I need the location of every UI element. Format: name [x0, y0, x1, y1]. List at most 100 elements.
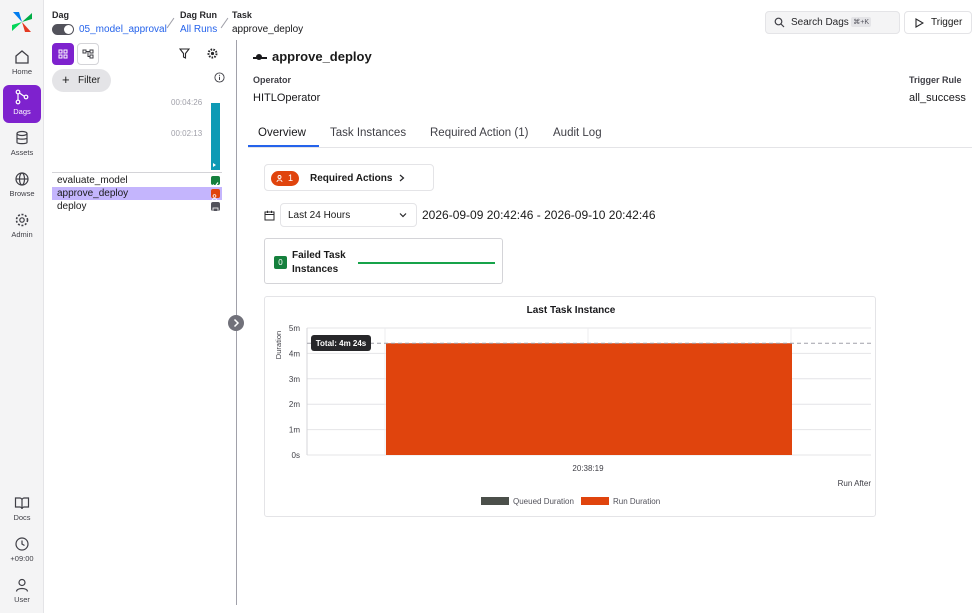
add-filter-button[interactable]: + Filter	[52, 69, 111, 92]
filter-label: Filter	[78, 75, 101, 86]
nav-browse[interactable]: Browse	[3, 167, 41, 205]
breadcrumb-dag-label: Dag	[52, 10, 70, 20]
x-tick-label: 20:38:19	[572, 464, 604, 473]
filter-funnel-icon[interactable]	[179, 48, 190, 59]
tooltip-text: Total: 4m 24s	[316, 339, 367, 348]
trigger-label: Trigger	[931, 17, 963, 28]
trigger-rule-value: all_success	[909, 92, 966, 104]
search-shortcut: ⌘+K	[851, 17, 871, 27]
y-tick-label: 0s	[292, 451, 300, 460]
tab-overview[interactable]: Overview	[258, 127, 306, 139]
nav-assets[interactable]: Assets	[3, 126, 41, 164]
panel-divider	[52, 172, 222, 173]
page-title: approve_deploy	[272, 49, 372, 64]
y-tick-label: 2m	[289, 400, 300, 409]
task-row-evaluate-model[interactable]: evaluate_model	[52, 174, 222, 187]
operator-label: Operator	[253, 75, 292, 85]
nav-browse-label: Browse	[9, 189, 35, 198]
legend-label-run: Run Duration	[613, 497, 660, 506]
breadcrumb-separator	[220, 17, 229, 29]
duration-axis-top: 00:04:26	[171, 98, 203, 107]
nav-home[interactable]: Home	[3, 45, 41, 83]
trigger-button[interactable]: Trigger	[904, 11, 972, 34]
task-status-success-icon[interactable]	[211, 176, 220, 188]
nav-user-label: User	[14, 595, 30, 604]
tab-bar: Overview Task Instances Required Action …	[248, 123, 972, 148]
required-actions-count: 1	[288, 173, 294, 183]
nav-dags[interactable]: Dags	[3, 85, 41, 123]
tab-audit-log[interactable]: Audit Log	[553, 127, 602, 139]
duration-axis-mid: 00:02:13	[171, 129, 203, 138]
trigger-rule-label: Trigger Rule	[909, 75, 962, 85]
nav-admin[interactable]: Admin	[3, 208, 41, 246]
search-label: Search Dags	[791, 17, 849, 28]
y-tick-label: 3m	[289, 375, 300, 384]
y-axis-label: Duration	[274, 331, 283, 359]
task-icon	[253, 54, 267, 60]
settings-gear-icon[interactable]	[207, 48, 218, 59]
user-action-icon	[276, 175, 283, 183]
time-range-select[interactable]: Last 24 Hours	[280, 203, 417, 227]
dags-icon	[15, 89, 29, 105]
airflow-logo-icon[interactable]	[10, 10, 34, 34]
breadcrumb-run-label: Dag Run	[180, 10, 217, 20]
nav-docs[interactable]: Docs	[3, 491, 41, 529]
y-tick-label: 1m	[289, 426, 300, 435]
chevron-right-icon	[399, 174, 405, 182]
breadcrumb-run-link[interactable]: All Runs	[180, 24, 217, 35]
legend-swatch-run	[581, 497, 609, 505]
globe-icon	[15, 172, 29, 186]
chevron-right-icon	[233, 318, 240, 328]
legend-label-queued: Queued Duration	[513, 497, 574, 506]
home-icon	[15, 50, 29, 64]
nav-user[interactable]: User	[3, 573, 41, 611]
task-row-deploy[interactable]: deploy	[52, 200, 222, 213]
run-type-marker	[213, 163, 216, 167]
task-row-approve-deploy[interactable]: approve_deploy	[52, 187, 222, 200]
task-name: approve_deploy	[57, 188, 129, 199]
legend-swatch-queued	[481, 497, 509, 505]
graph-view-button[interactable]	[77, 43, 99, 65]
time-range-text: 2026-09-09 20:42:46 - 2026-09-10 20:42:4…	[422, 208, 656, 222]
info-icon[interactable]	[214, 72, 225, 83]
chart-title: Last Task Instance	[527, 305, 616, 316]
required-actions-badge: 1	[271, 171, 299, 186]
breadcrumb-task-label: Task	[232, 10, 252, 20]
tab-task-instances[interactable]: Task Instances	[330, 127, 406, 139]
task-status-awaiting-icon[interactable]	[211, 189, 220, 201]
database-icon	[16, 130, 28, 145]
failed-card-label: Failed Task Instances	[292, 250, 346, 275]
graph-icon	[82, 49, 94, 59]
calendar-icon	[264, 210, 275, 221]
dag-run-bar[interactable]	[211, 103, 220, 170]
clock-icon	[15, 537, 29, 551]
collapse-panel-button[interactable]	[228, 315, 244, 331]
grid-icon	[58, 49, 68, 59]
task-name: evaluate_model	[57, 175, 128, 186]
search-dags-button[interactable]: Search Dags ⌘+K	[765, 11, 900, 34]
breadcrumb-task-value: approve_deploy	[232, 24, 304, 35]
app-root: Home Dags Assets Browse Admin Docs +09:0…	[0, 0, 980, 613]
failed-task-instances-card[interactable]: 0 Failed Task Instances	[264, 238, 503, 284]
task-status-none-icon[interactable]	[211, 202, 220, 214]
grid-view-button[interactable]	[52, 43, 74, 65]
nav-timezone[interactable]: +09:00	[3, 532, 41, 570]
chart-svg: Last Task Instance 0s 1m 2m 3m 4m 5m Duration To…	[274, 305, 872, 506]
breadcrumb-separator	[166, 17, 175, 29]
required-actions-button[interactable]: 1 Required Actions	[264, 164, 434, 191]
nav-timezone-label: +09:00	[10, 554, 34, 563]
required-actions-label: Required Actions	[310, 173, 393, 184]
task-name: deploy	[57, 201, 87, 212]
x-axis-label: Run After	[838, 479, 872, 488]
nav-assets-label: Assets	[10, 148, 34, 157]
active-tab-indicator	[248, 145, 319, 147]
play-icon	[915, 18, 924, 28]
nav-docs-label: Docs	[13, 513, 31, 522]
plus-icon: +	[62, 72, 70, 87]
y-tick-label: 5m	[289, 324, 300, 333]
dag-pause-toggle[interactable]	[52, 24, 74, 35]
nav-admin-label: Admin	[11, 230, 33, 239]
search-icon	[774, 17, 785, 28]
breadcrumb-dag-link[interactable]: 05_model_approval	[79, 24, 167, 35]
tab-required-action[interactable]: Required Action (1)	[430, 127, 528, 139]
